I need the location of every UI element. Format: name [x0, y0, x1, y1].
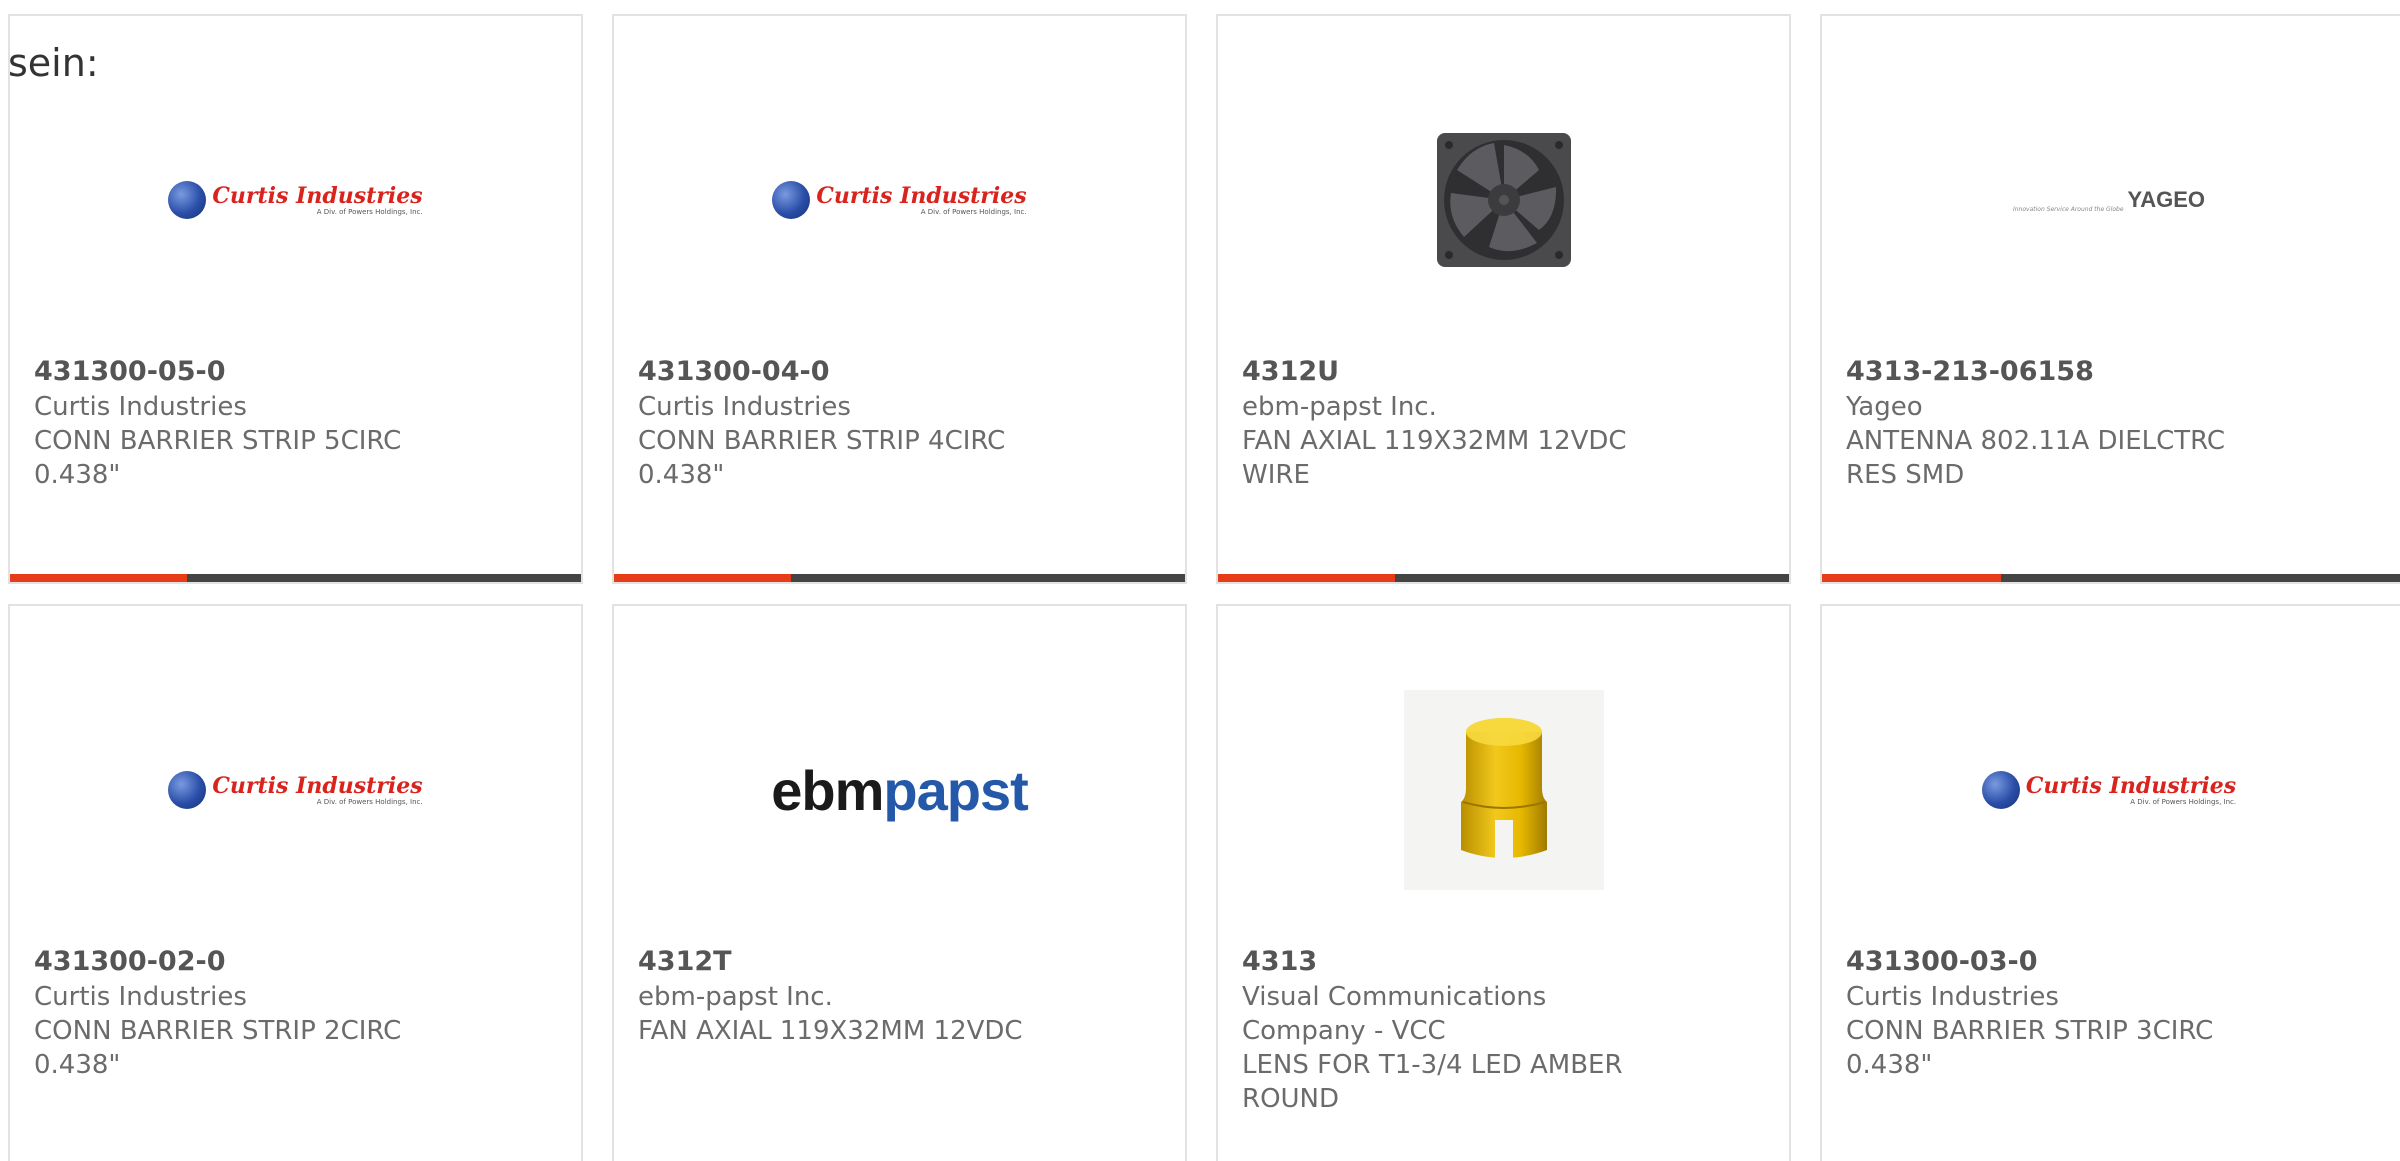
- part-number[interactable]: 4312U: [1242, 356, 1339, 387]
- logo-subtitle: A Div. of Powers Holdings, Inc.: [920, 207, 1027, 216]
- axial-fan-photo: [1436, 133, 1571, 267]
- product-image[interactable]: [1218, 80, 1789, 320]
- logo-ebm: ebm: [771, 758, 884, 822]
- progress-bar: [1822, 574, 2400, 582]
- product-image[interactable]: Curtis Industries A Div. of Powers Holdi…: [10, 670, 581, 910]
- description: CONN BARRIER STRIP 3CIRC 0.438": [1846, 1016, 2214, 1080]
- logo-subtitle: A Div. of Powers Holdings, Inc.: [316, 797, 423, 806]
- manufacturer: Yageo: [1846, 392, 1923, 422]
- product-card[interactable]: Curtis Industries A Div. of Powers Holdi…: [8, 14, 583, 584]
- product-image[interactable]: Curtis Industries A Div. of Powers Holdi…: [10, 80, 581, 320]
- description: CONN BARRIER STRIP 2CIRC 0.438": [34, 1016, 402, 1080]
- logo-papst: papst: [883, 758, 1028, 822]
- curtis-industries-logo: Curtis Industries A Div. of Powers Holdi…: [168, 771, 423, 809]
- logo-name: Curtis Industries: [816, 182, 1027, 209]
- progress-bar: [1218, 574, 1789, 582]
- description: FAN AXIAL 119X32MM 12VDC: [638, 1016, 1023, 1046]
- logo-subtitle: A Div. of Powers Holdings, Inc.: [2130, 797, 2237, 806]
- part-number[interactable]: 431300-03-0: [1846, 946, 2038, 977]
- progress-fill: [10, 574, 187, 582]
- part-number[interactable]: 4312T: [638, 946, 732, 977]
- description: LENS FOR T1-3/4 LED AMBER ROUND: [1242, 1050, 1623, 1114]
- product-card[interactable]: 4312U ebm-papst Inc. FAN AXIAL 119X32MM …: [1216, 14, 1791, 584]
- product-card[interactable]: Innovation Service Around the Globe YAGE…: [1820, 14, 2400, 584]
- lens-icon: [1460, 718, 1547, 860]
- product-card[interactable]: ebmpapst 4312T ebm-papst Inc. FAN AXIAL …: [612, 604, 1187, 1161]
- logo-name: Curtis Industries: [212, 182, 423, 209]
- progress-fill: [1218, 574, 1395, 582]
- product-card[interactable]: Curtis Industries A Div. of Powers Holdi…: [1820, 604, 2400, 1161]
- product-image[interactable]: Curtis Industries A Div. of Powers Holdi…: [614, 80, 1185, 320]
- globe-icon: [168, 181, 207, 219]
- progress-fill: [1822, 574, 2002, 582]
- yageo-logo: Innovation Service Around the Globe YAGE…: [2013, 187, 2205, 213]
- description: CONN BARRIER STRIP 5CIRC 0.438": [34, 426, 402, 490]
- logo-name: YAGEO: [2127, 187, 2205, 212]
- product-image[interactable]: Curtis Industries A Div. of Powers Holdi…: [1822, 670, 2400, 910]
- description: FAN AXIAL 119X32MM 12VDC WIRE: [1242, 426, 1627, 490]
- curtis-industries-logo: Curtis Industries A Div. of Powers Holdi…: [168, 181, 423, 219]
- product-image[interactable]: Innovation Service Around the Globe YAGE…: [1822, 80, 2400, 320]
- manufacturer: ebm-papst Inc.: [638, 982, 833, 1012]
- intro-text: sein:: [8, 41, 99, 85]
- product-card[interactable]: Curtis Industries A Div. of Powers Holdi…: [612, 14, 1187, 584]
- part-number[interactable]: 431300-05-0: [34, 356, 226, 387]
- description: ANTENNA 802.11A DIELCTRC RES SMD: [1846, 426, 2226, 490]
- logo-subtitle: A Div. of Powers Holdings, Inc.: [316, 207, 423, 216]
- ebmpapst-logo: ebmpapst: [771, 758, 1029, 823]
- part-number[interactable]: 4313-213-06158: [1846, 356, 2094, 387]
- globe-icon: [1981, 771, 2020, 809]
- description: CONN BARRIER STRIP 4CIRC 0.438": [638, 426, 1006, 490]
- manufacturer: Curtis Industries: [1846, 982, 2059, 1012]
- manufacturer: Curtis Industries: [638, 392, 851, 422]
- amber-lens-photo: [1403, 690, 1604, 890]
- product-card[interactable]: 4313 Visual Communications Company - VCC…: [1216, 604, 1791, 1161]
- part-number[interactable]: 431300-02-0: [34, 946, 226, 977]
- product-image[interactable]: [1218, 670, 1789, 910]
- curtis-industries-logo: Curtis Industries A Div. of Powers Holdi…: [772, 181, 1027, 219]
- product-image[interactable]: ebmpapst: [614, 670, 1185, 910]
- manufacturer: Curtis Industries: [34, 982, 247, 1012]
- progress-fill: [614, 574, 791, 582]
- product-card[interactable]: Curtis Industries A Div. of Powers Holdi…: [8, 604, 583, 1161]
- logo-name: Curtis Industries: [2025, 772, 2237, 799]
- manufacturer: Visual Communications Company - VCC: [1242, 982, 1547, 1046]
- progress-bar: [10, 574, 581, 582]
- product-grid-page: sein: Curtis Industries A Div. of Powers…: [0, 0, 2400, 1161]
- part-number[interactable]: 431300-04-0: [638, 356, 830, 387]
- manufacturer: Curtis Industries: [34, 392, 247, 422]
- manufacturer: ebm-papst Inc.: [1242, 392, 1437, 422]
- globe-icon: [772, 181, 811, 219]
- curtis-industries-logo: Curtis Industries A Div. of Powers Holdi…: [1981, 771, 2237, 809]
- progress-bar: [614, 574, 1185, 582]
- globe-icon: [168, 771, 207, 809]
- logo-tagline: Innovation Service Around the Globe: [2012, 206, 2124, 213]
- logo-name: Curtis Industries: [212, 772, 423, 799]
- part-number[interactable]: 4313: [1242, 946, 1317, 977]
